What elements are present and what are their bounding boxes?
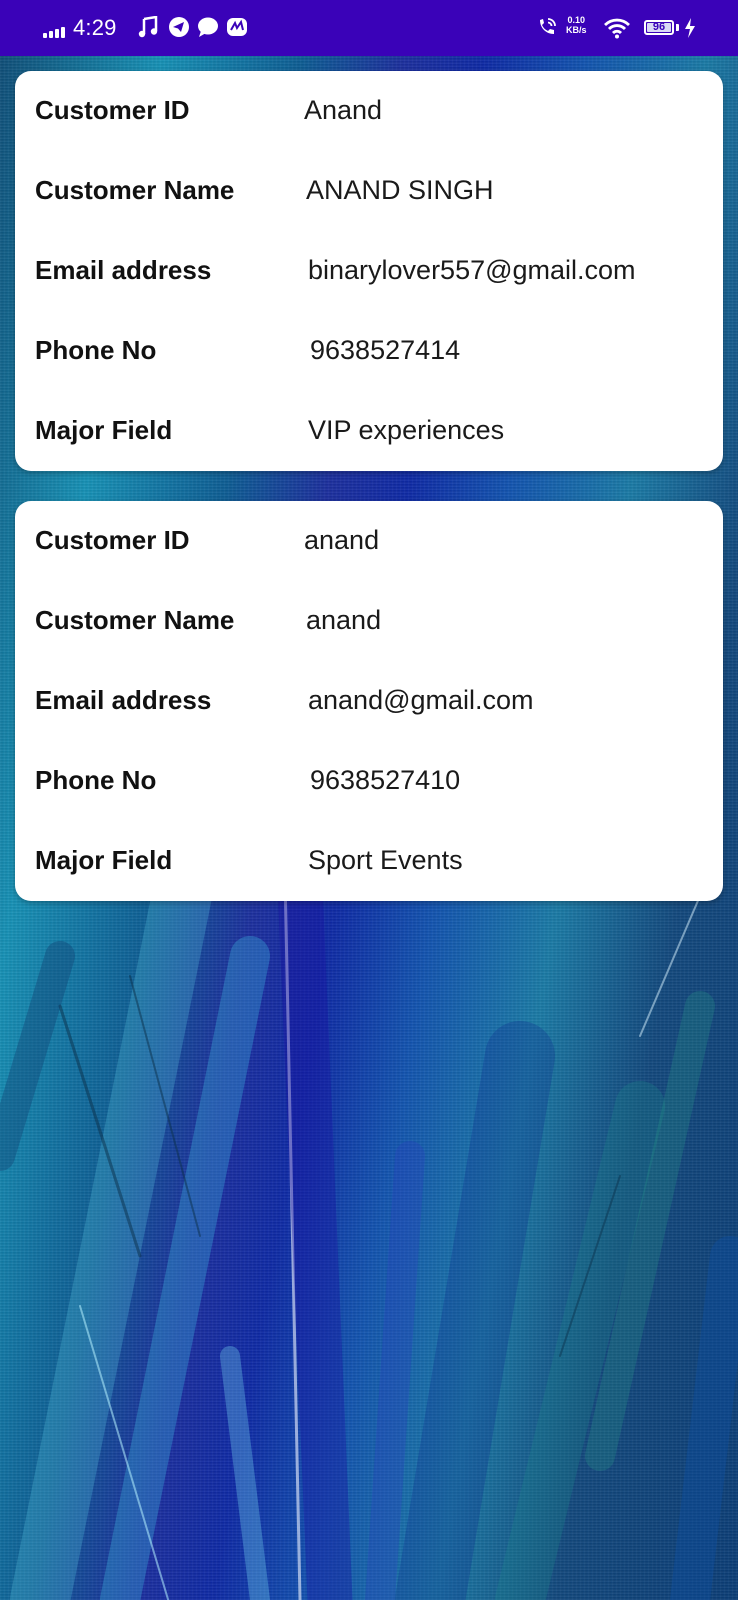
customer-id-row: Customer ID anand bbox=[15, 501, 723, 581]
customer-id-row: Customer ID Anand bbox=[15, 71, 723, 151]
music-note-icon bbox=[138, 15, 158, 43]
customer-name-row: Customer Name anand bbox=[15, 581, 723, 661]
telegram-icon bbox=[168, 16, 190, 43]
customer-name-row: Customer Name ANAND SINGH bbox=[15, 151, 723, 231]
customer-card[interactable]: Customer ID anand Customer Name anand Em… bbox=[15, 501, 723, 901]
customer-card[interactable]: Customer ID Anand Customer Name ANAND SI… bbox=[15, 71, 723, 471]
phone-label: Phone No bbox=[35, 765, 157, 795]
battery-level: 96 bbox=[652, 21, 666, 33]
customer-id-value: Anand bbox=[304, 95, 383, 125]
net-speed-value: 0.10 bbox=[567, 15, 586, 25]
wifi-calling-icon bbox=[536, 16, 558, 43]
email-value: binarylover557@gmail.com bbox=[308, 255, 636, 285]
major-field-label: Major Field bbox=[35, 415, 173, 445]
app-notification-icon bbox=[226, 16, 248, 43]
battery-icon: 96 bbox=[644, 20, 674, 35]
major-field-value: Sport Events bbox=[308, 845, 463, 875]
major-field-value: VIP experiences bbox=[308, 415, 505, 445]
major-field-row: Major Field Sport Events bbox=[15, 821, 723, 901]
net-speed-unit: KB/s bbox=[566, 25, 587, 35]
customer-name-label: Customer Name bbox=[35, 605, 235, 635]
net-speed: 0.10 KB/s bbox=[566, 15, 587, 35]
customer-id-value: anand bbox=[304, 525, 380, 555]
email-label: Email address bbox=[35, 685, 212, 715]
major-field-row: Major Field VIP experiences bbox=[15, 391, 723, 471]
customer-name-value: anand bbox=[306, 605, 382, 635]
customer-name-value: ANAND SINGH bbox=[306, 175, 494, 205]
status-bar: 4:29 0.10 KB/s 96 bbox=[0, 0, 738, 56]
charging-bolt-icon bbox=[684, 18, 696, 43]
status-time: 4:29 bbox=[73, 15, 117, 40]
phone-value: 9638527410 bbox=[310, 765, 461, 795]
email-row: Email address anand@gmail.com bbox=[15, 661, 723, 741]
email-value: anand@gmail.com bbox=[308, 685, 534, 715]
phone-value: 9638527414 bbox=[310, 335, 461, 365]
wifi-icon bbox=[603, 17, 631, 44]
email-label: Email address bbox=[35, 255, 212, 285]
battery-tip bbox=[676, 24, 679, 31]
customer-id-label: Customer ID bbox=[35, 525, 190, 555]
phone-row: Phone No 9638527414 bbox=[15, 311, 723, 391]
major-field-label: Major Field bbox=[35, 845, 173, 875]
phone-label: Phone No bbox=[35, 335, 157, 365]
email-row: Email address binarylover557@gmail.com bbox=[15, 231, 723, 311]
customer-name-label: Customer Name bbox=[35, 175, 235, 205]
signal-icon bbox=[43, 27, 65, 38]
chat-bubble-icon bbox=[197, 16, 219, 43]
phone-row: Phone No 9638527410 bbox=[15, 741, 723, 821]
customer-id-label: Customer ID bbox=[35, 95, 190, 125]
